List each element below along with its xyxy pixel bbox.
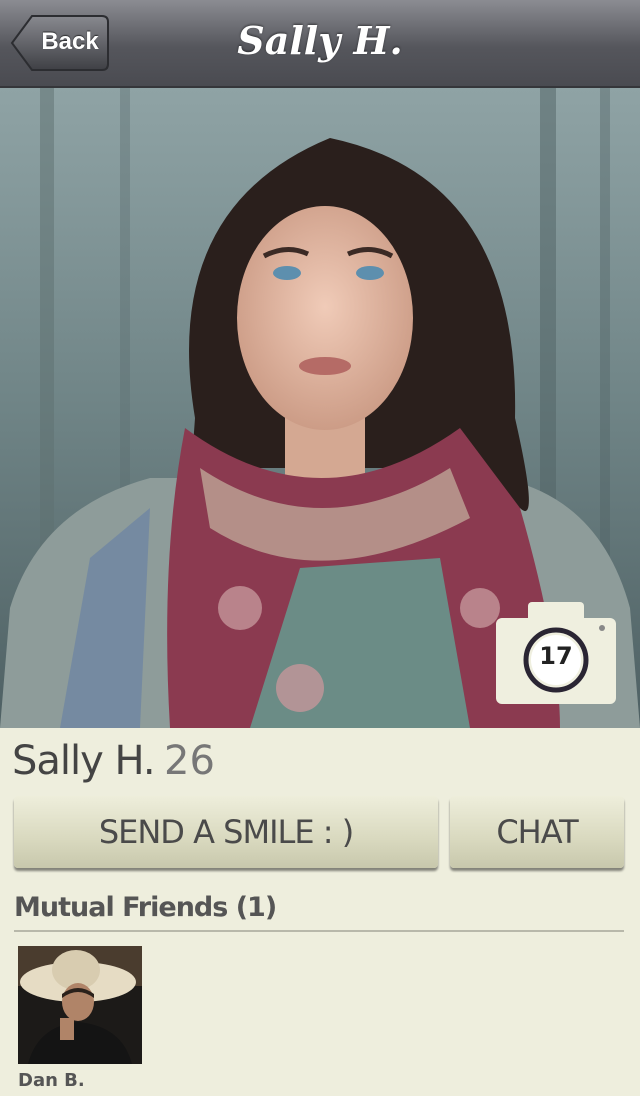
back-button[interactable]: Back [10, 14, 110, 72]
nav-bar: Back Sally H. [0, 0, 640, 88]
chat-button[interactable]: CHAT [450, 796, 624, 868]
friend-avatar [18, 946, 142, 1064]
profile-name: Sally H. [12, 738, 156, 784]
send-smile-button[interactable]: SEND A SMILE : ) [14, 796, 438, 868]
friend-item[interactable]: Dan B. [18, 946, 142, 1091]
divider [14, 930, 624, 932]
profile-age: 26 [164, 738, 215, 784]
page-title: Sally H. [237, 18, 403, 63]
friend-name: Dan B. [18, 1070, 85, 1091]
back-label: Back [41, 28, 99, 55]
photo-count-label: 17 [539, 642, 573, 670]
mutual-friends-title: Mutual Friends (1) [14, 892, 277, 923]
